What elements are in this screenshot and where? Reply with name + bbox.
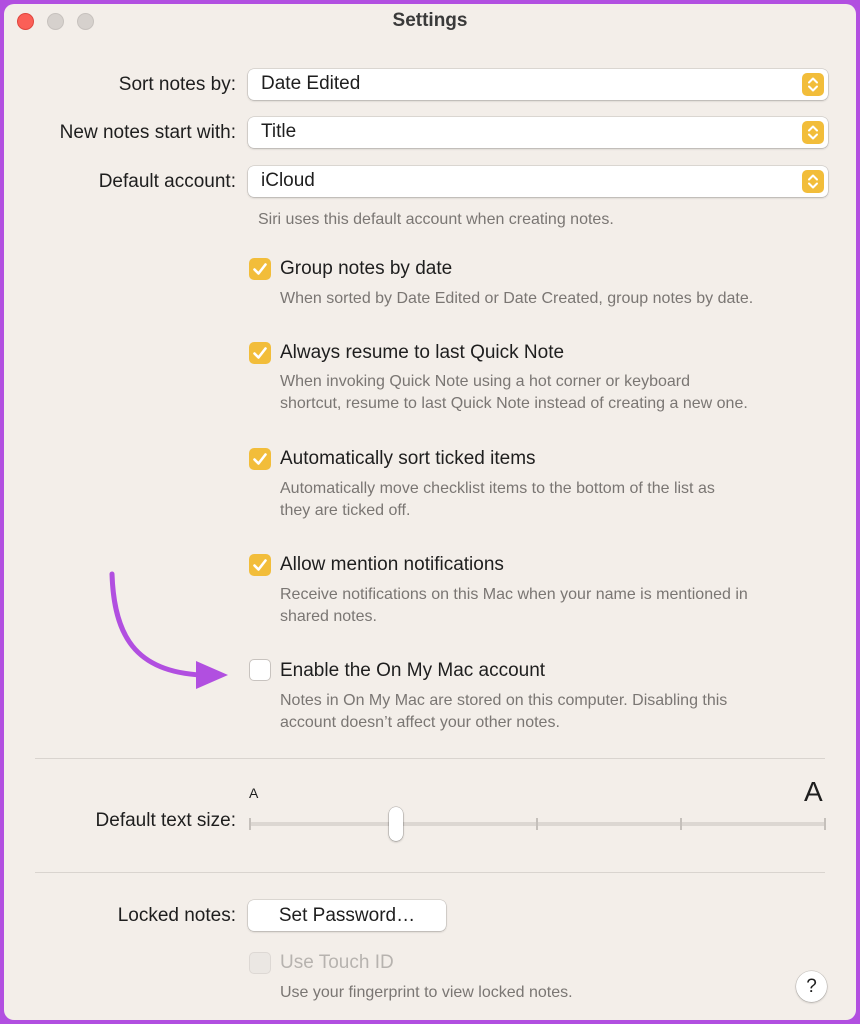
settings-window: Settings Sort notes by: Date Edited New … [4,4,856,1020]
annotation-arrow-icon [109,571,228,689]
